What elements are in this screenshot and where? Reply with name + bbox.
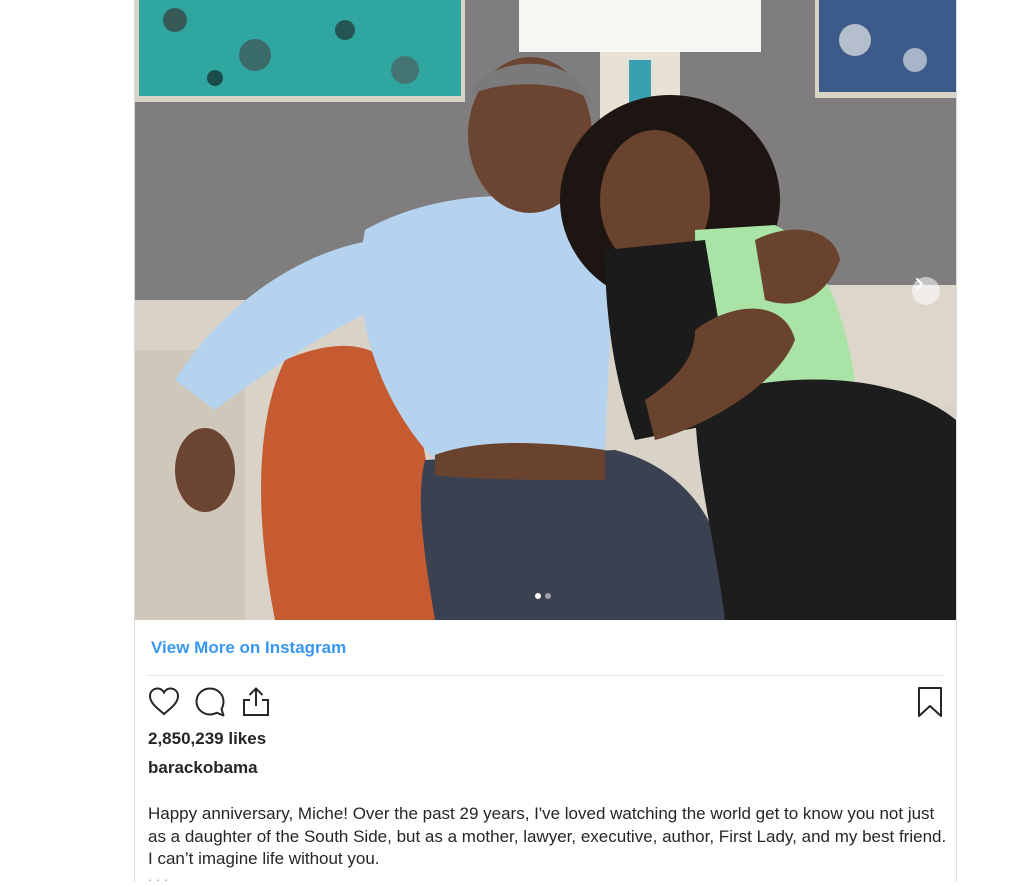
view-more-link[interactable]: View More on Instagram	[151, 638, 346, 658]
share-icon[interactable]	[239, 685, 273, 719]
chevron-right-icon	[916, 278, 923, 290]
post-photo[interactable]	[135, 0, 956, 620]
action-bar	[147, 685, 273, 719]
comment-icon[interactable]	[193, 685, 227, 719]
likes-count[interactable]: 2,850,239 likes	[148, 729, 266, 749]
carousel-dot-active	[535, 593, 541, 599]
post-caption: Happy anniversary, Miche! Over the past …	[148, 804, 947, 868]
next-photo-button[interactable]	[912, 277, 940, 305]
post-username[interactable]: barackobama	[148, 758, 258, 778]
divider	[147, 675, 943, 676]
carousel-indicator	[535, 593, 551, 599]
bookmark-icon[interactable]	[913, 685, 947, 719]
heart-icon[interactable]	[147, 685, 181, 719]
instagram-embed: View More on Instagram 2,850,239 likes b…	[134, 0, 957, 887]
caption-more: · · ·	[148, 872, 169, 887]
carousel-dot	[545, 593, 551, 599]
photo-illustration	[135, 0, 956, 620]
